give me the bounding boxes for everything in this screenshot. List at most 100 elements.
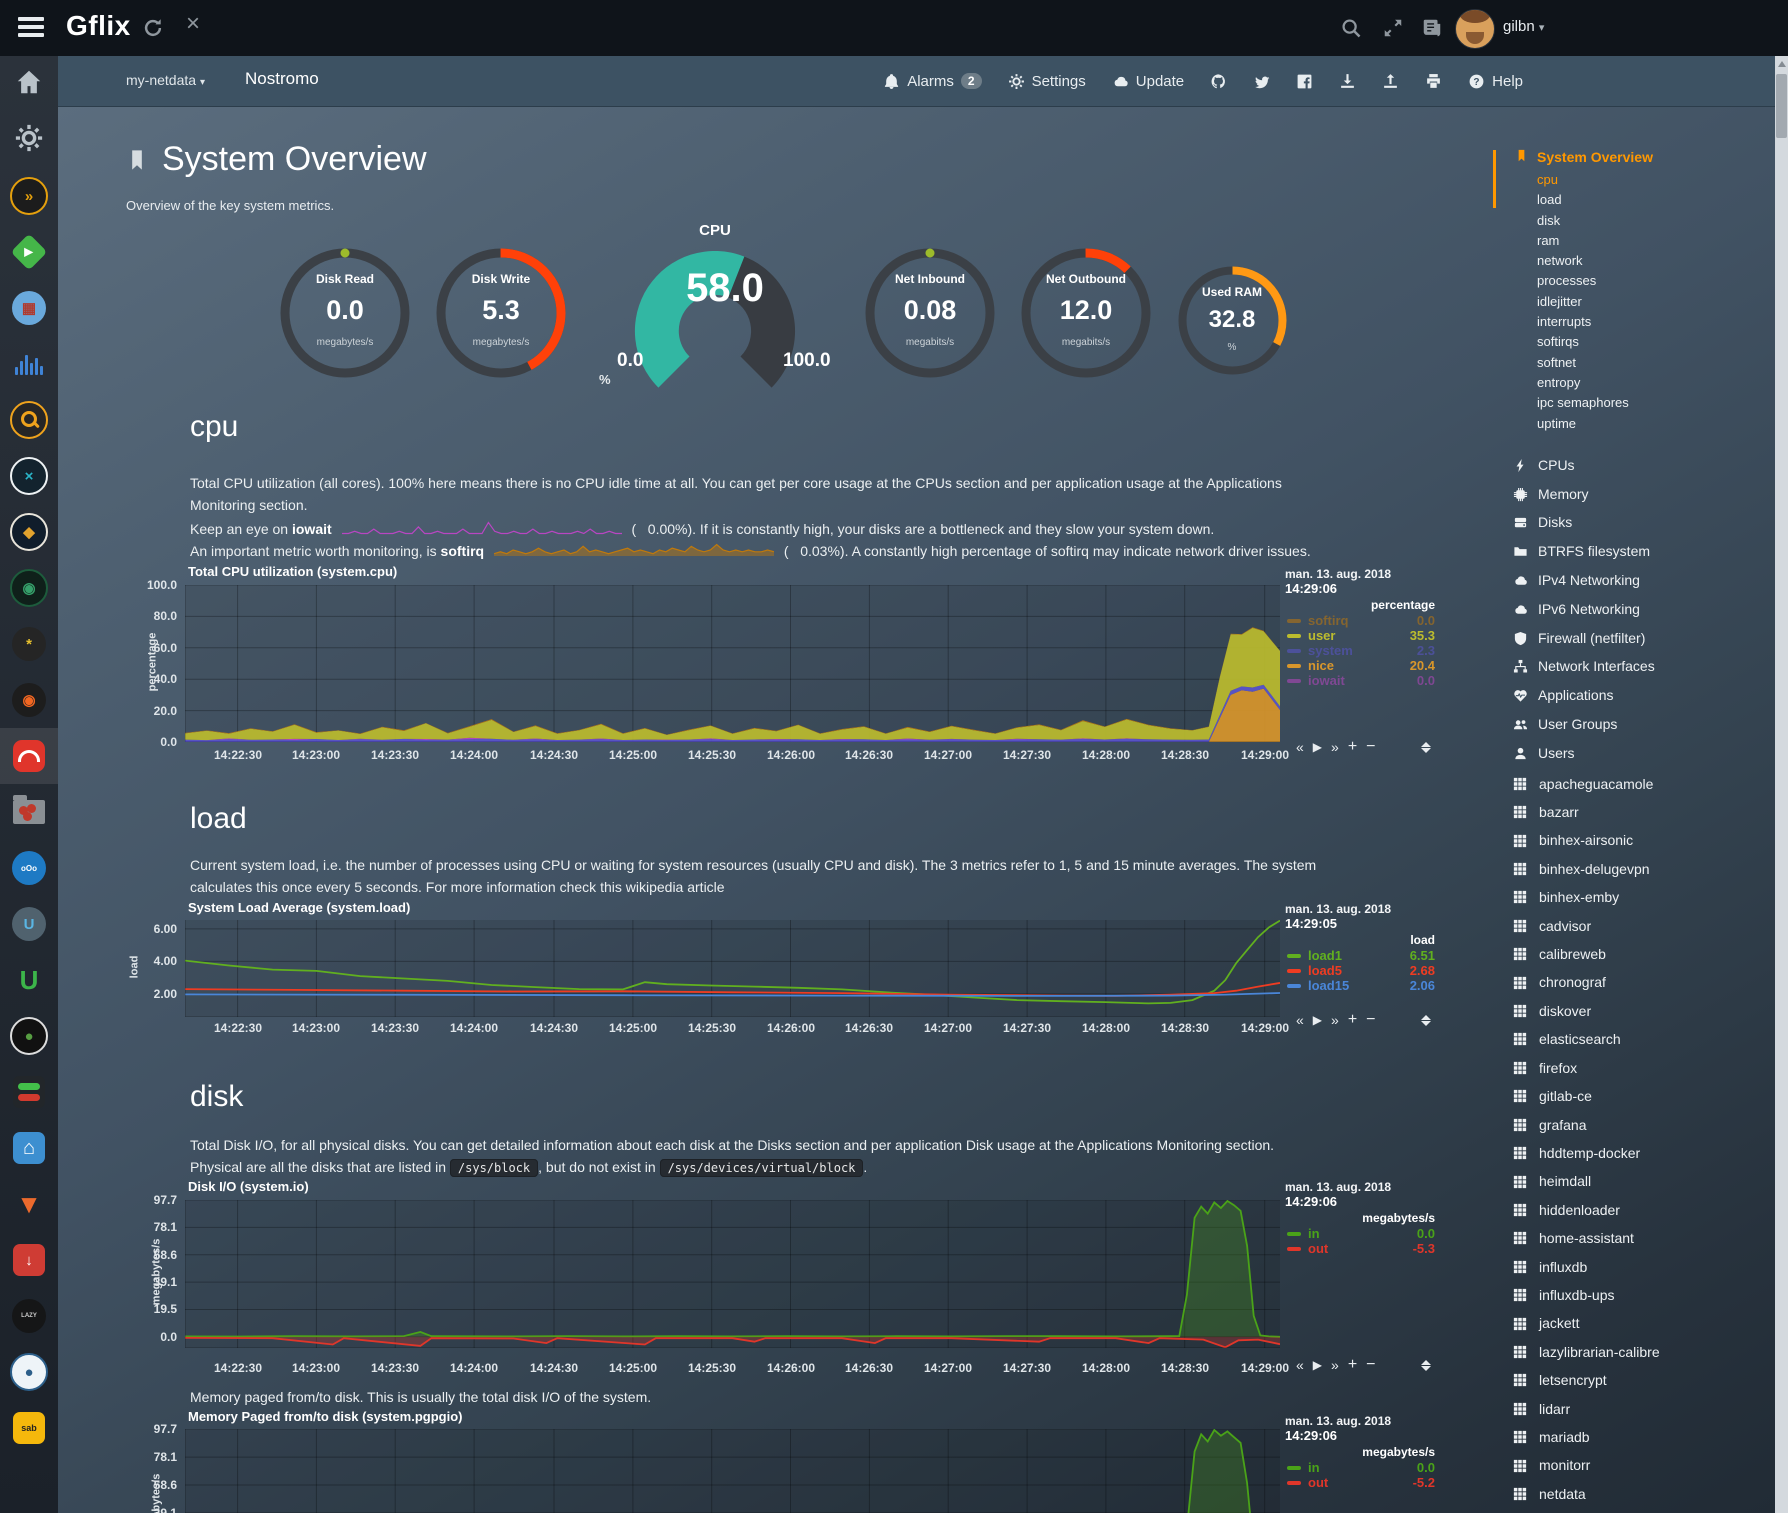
plex-icon[interactable]: »	[0, 168, 58, 224]
page-scrollbar[interactable]	[1775, 56, 1788, 1513]
dark-disc-app-icon[interactable]: ●	[0, 1008, 58, 1064]
pan-backward-button[interactable]: «	[1296, 739, 1304, 755]
toc-section-ipv6-networking[interactable]: IPv6 Networking	[1513, 595, 1775, 624]
toc-item-cpu[interactable]: cpu	[1537, 170, 1775, 190]
toc-item-processes[interactable]: processes	[1537, 271, 1775, 291]
zoom-in-button[interactable]: +	[1348, 1356, 1357, 1374]
unifi-icon[interactable]: U	[0, 896, 58, 952]
legend-iowait[interactable]: iowait0.0	[1285, 673, 1435, 688]
petals-app-icon[interactable]: ×	[0, 448, 58, 504]
toc-section-title[interactable]: System Overview	[1493, 146, 1775, 168]
play-button[interactable]: ▶	[1313, 1013, 1322, 1027]
legend-softirq[interactable]: softirq0.0	[1285, 613, 1435, 628]
toc-section-firewall-netfilter-[interactable]: Firewall (netfilter)	[1513, 624, 1775, 653]
chart-plot-system.load[interactable]	[185, 920, 1280, 1017]
toc-app-jackett[interactable]: jackett	[1513, 1309, 1775, 1337]
toc-section-applications[interactable]: Applications	[1513, 681, 1775, 710]
toc-app-bazarr[interactable]: bazarr	[1513, 798, 1775, 826]
toc-item-softirqs[interactable]: softirqs	[1537, 332, 1775, 352]
home-icon[interactable]	[0, 56, 58, 112]
toc-item-network[interactable]: network	[1537, 251, 1775, 271]
nav-help[interactable]: ?Help	[1468, 73, 1523, 90]
pan-backward-button[interactable]: «	[1296, 1012, 1304, 1028]
nav-github[interactable]	[1210, 73, 1227, 90]
zoom-out-button[interactable]: −	[1366, 1011, 1375, 1029]
toc-app-binhex-airsonic[interactable]: binhex-airsonic	[1513, 826, 1775, 854]
toc-item-softnet[interactable]: softnet	[1537, 353, 1775, 373]
play-button[interactable]: ▶	[1313, 1358, 1322, 1372]
toc-app-elasticsearch[interactable]: elasticsearch	[1513, 1025, 1775, 1053]
sabnzbd-icon[interactable]: sab	[0, 1400, 58, 1456]
pan-forward-button[interactable]: »	[1331, 1012, 1339, 1028]
toc-section-users[interactable]: Users	[1513, 739, 1775, 768]
pan-backward-button[interactable]: «	[1296, 1357, 1304, 1373]
gauge-used-ram[interactable]: Used RAM32.8%	[1175, 263, 1290, 378]
fullscreen-icon[interactable]	[1382, 17, 1404, 39]
toc-app-lazylibrarian-calibre[interactable]: lazylibrarian-calibre	[1513, 1338, 1775, 1366]
toc-app-home-assistant[interactable]: home-assistant	[1513, 1224, 1775, 1252]
audio-wave-icon[interactable]	[0, 336, 58, 392]
toc-app-firefox[interactable]: firefox	[1513, 1054, 1775, 1082]
legend-nice[interactable]: nice20.4	[1285, 658, 1435, 673]
home-assistant-icon[interactable]: ⌂	[0, 1120, 58, 1176]
toc-section-user-groups[interactable]: User Groups	[1513, 710, 1775, 739]
host-dropdown[interactable]: my-netdata ▾	[126, 72, 205, 88]
legend-in[interactable]: in0.0	[1285, 1460, 1435, 1475]
resize-handle[interactable]	[1421, 742, 1431, 753]
gauge-net-inbound[interactable]: Net Inbound0.08megabits/s	[862, 245, 998, 381]
toc-app-monitorr[interactable]: monitorr	[1513, 1451, 1775, 1479]
toc-item-load[interactable]: load	[1537, 190, 1775, 210]
nav-facebook[interactable]	[1296, 73, 1313, 90]
search-icon[interactable]	[1340, 17, 1362, 39]
resize-handle[interactable]	[1421, 1015, 1431, 1026]
monitorr-icon[interactable]	[0, 1064, 58, 1120]
youtube-dl-icon[interactable]: ↓	[0, 1232, 58, 1288]
resize-handle[interactable]	[1421, 1360, 1431, 1371]
node-graph-app-icon[interactable]: *	[0, 616, 58, 672]
toc-item-disk[interactable]: disk	[1537, 211, 1775, 231]
toc-app-mariadb[interactable]: mariadb	[1513, 1423, 1775, 1451]
toc-item-ram[interactable]: ram	[1537, 231, 1775, 251]
nav-alarms[interactable]: Alarms2	[883, 73, 981, 90]
scrollbar-thumb[interactable]	[1776, 74, 1787, 138]
toc-app-calibreweb[interactable]: calibreweb	[1513, 940, 1775, 968]
toc-item-interrupts[interactable]: interrupts	[1537, 312, 1775, 332]
settings-gear-icon[interactable]	[0, 112, 58, 168]
legend-load15[interactable]: load152.06	[1285, 978, 1435, 993]
changelog-icon[interactable]	[1421, 17, 1443, 39]
toc-app-binhex-delugevpn[interactable]: binhex-delugevpn	[1513, 855, 1775, 883]
gauge-disk-write[interactable]: Disk Write5.3megabytes/s	[433, 245, 569, 381]
gauge-cpu[interactable]: CPU58.00.0100.0%	[615, 222, 815, 398]
deluge-icon[interactable]: ●	[0, 1344, 58, 1400]
legend-in[interactable]: in0.0	[1285, 1226, 1435, 1241]
nav-import[interactable]	[1339, 73, 1356, 90]
ubooquity-icon[interactable]: U	[0, 952, 58, 1008]
toc-app-chronograf[interactable]: chronograf	[1513, 968, 1775, 996]
swirl-app-icon[interactable]: ◉	[0, 560, 58, 616]
toc-app-gitlab-ce[interactable]: gitlab-ce	[1513, 1082, 1775, 1110]
pan-forward-button[interactable]: »	[1331, 1357, 1339, 1373]
toc-app-letsencrypt[interactable]: letsencrypt	[1513, 1366, 1775, 1394]
toc-app-netdata[interactable]: netdata	[1513, 1480, 1775, 1508]
netdata-icon[interactable]	[0, 728, 58, 784]
nav-settings[interactable]: Settings	[1008, 73, 1086, 90]
legend-system[interactable]: system2.3	[1285, 643, 1435, 658]
toc-section-network-interfaces[interactable]: Network Interfaces	[1513, 652, 1775, 681]
toc-app-influxdb[interactable]: influxdb	[1513, 1253, 1775, 1281]
toc-app-apacheguacamole[interactable]: apacheguacamole	[1513, 770, 1775, 798]
media-browser-icon[interactable]: ▦	[0, 280, 58, 336]
toc-section-ipv4-networking[interactable]: IPv4 Networking	[1513, 566, 1775, 595]
gauge-net-outbound[interactable]: Net Outbound12.0megabits/s	[1018, 245, 1154, 381]
toc-app-lidarr[interactable]: lidarr	[1513, 1395, 1775, 1423]
toc-app-grafana[interactable]: grafana	[1513, 1111, 1775, 1139]
legend-load1[interactable]: load16.51	[1285, 948, 1435, 963]
toc-item-uptime[interactable]: uptime	[1537, 414, 1775, 434]
nextcloud-icon[interactable]: oOo	[0, 840, 58, 896]
toc-app-hddtemp-docker[interactable]: hddtemp-docker	[1513, 1139, 1775, 1167]
hamburger-menu-icon[interactable]	[18, 17, 44, 37]
toc-app-hiddenloader[interactable]: hiddenloader	[1513, 1196, 1775, 1224]
toc-app-binhex-emby[interactable]: binhex-emby	[1513, 883, 1775, 911]
toc-section-disks[interactable]: Disks	[1513, 508, 1775, 537]
user-avatar[interactable]	[1455, 9, 1495, 49]
grafana-icon[interactable]: ◉	[0, 672, 58, 728]
